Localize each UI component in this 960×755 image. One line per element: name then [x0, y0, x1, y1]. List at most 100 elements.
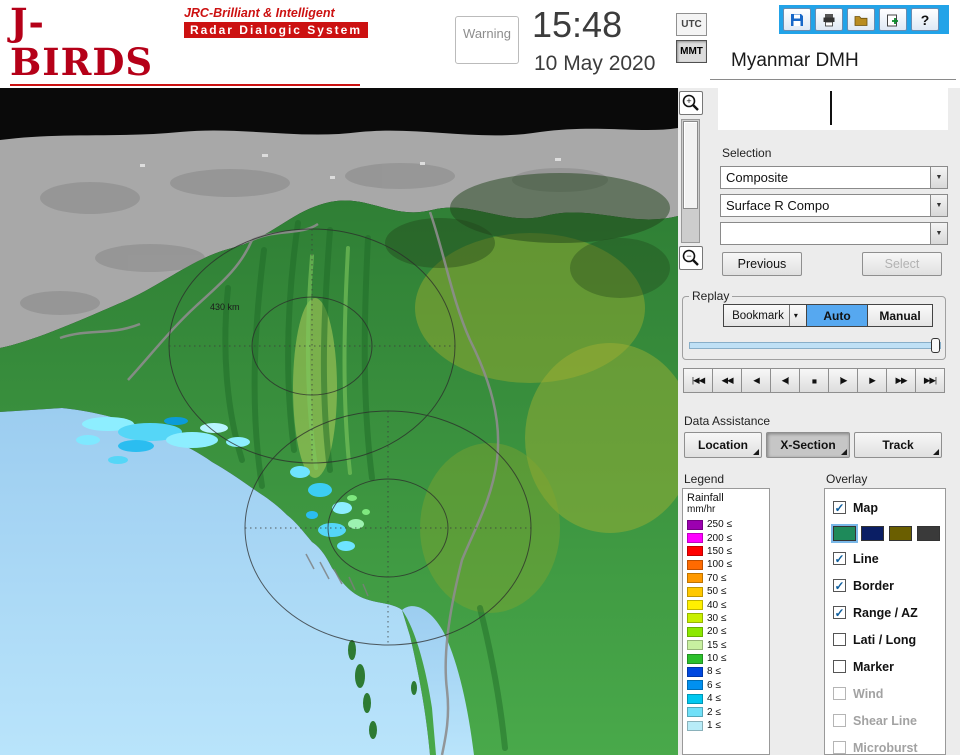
- checkbox[interactable]: [833, 660, 846, 673]
- checkbox[interactable]: ✓: [833, 552, 846, 566]
- checkbox[interactable]: [833, 633, 846, 646]
- overlay-item-label: Line: [853, 551, 879, 566]
- bookmark-button[interactable]: Bookmark ▾: [723, 304, 807, 327]
- timezone-mmt-button[interactable]: MMT: [676, 40, 707, 63]
- playback-button-3[interactable]: ◀: [741, 368, 771, 393]
- legend-value: 30 ≤: [707, 612, 727, 624]
- replay-mode-buttons: Bookmark ▾ Auto Manual: [723, 304, 933, 327]
- data-assistance-location[interactable]: Location: [684, 432, 762, 458]
- toolbar: ?: [779, 5, 949, 34]
- playback-button-7[interactable]: ▶: [857, 368, 887, 393]
- composite-dropdown[interactable]: Composite ▼: [720, 166, 948, 189]
- clock-time: 15:48: [532, 4, 623, 45]
- legend-entry: 10 ≤: [687, 652, 769, 665]
- legend-value: 250 ≤: [707, 519, 732, 531]
- checkbox: [833, 741, 846, 754]
- zoom-scrollbar[interactable]: [681, 119, 700, 243]
- data-assistance-label: Data Assistance: [684, 414, 771, 428]
- playback-button-9[interactable]: ▶▶|: [915, 368, 945, 393]
- open-folder-button[interactable]: [847, 8, 875, 31]
- overlay-item-marker[interactable]: Marker: [833, 656, 945, 677]
- legend-panel: Rainfall mm/hr 250 ≤200 ≤150 ≤ 100 ≤70 ≤ 5…: [682, 488, 770, 755]
- zoom-out-button[interactable]: −: [679, 246, 703, 270]
- legend-value: 20 ≤: [707, 626, 727, 638]
- overlay-item-microburst[interactable]: Microburst: [833, 737, 945, 754]
- overlay-item-range-az[interactable]: ✓ Range / AZ: [833, 602, 945, 623]
- radar-map[interactable]: 430 km: [0, 88, 678, 755]
- overlay-item-lati-long[interactable]: Lati / Long: [833, 629, 945, 650]
- checkbox[interactable]: ✓: [833, 606, 846, 620]
- legend-color-swatch: [687, 626, 703, 637]
- overlay-panel: ✓ Map ✓ Line ✓ Border ✓ Range / AZ Lati / Long Ma…: [824, 488, 946, 755]
- warning-label: Warning: [463, 26, 511, 41]
- data-assistance-x-section[interactable]: X-Section: [766, 432, 850, 458]
- save-button[interactable]: [783, 8, 811, 31]
- resize-grip-icon: [841, 449, 847, 455]
- checkbox[interactable]: ✓: [833, 579, 846, 593]
- playback-button-6[interactable]: |▶: [828, 368, 858, 393]
- chevron-down-icon[interactable]: ▼: [930, 223, 947, 244]
- overlay-item-map[interactable]: ✓ Map: [833, 497, 945, 518]
- resize-grip-icon: [753, 449, 759, 455]
- warning-button[interactable]: Warning: [455, 16, 519, 64]
- overlay-item-shear-line[interactable]: Shear Line: [833, 710, 945, 731]
- playback-button-8[interactable]: ▶▶: [886, 368, 916, 393]
- legend-value: 200 ≤: [707, 532, 732, 544]
- previous-button[interactable]: Previous: [722, 252, 802, 276]
- logo-tagline-top: JRC-Brilliant & Intelligent: [183, 6, 335, 20]
- clock-date: 10 May 2020: [534, 52, 656, 75]
- legend-entry: 2 ≤: [687, 705, 769, 718]
- map-style-swatch-4[interactable]: [917, 525, 940, 541]
- dropdown-value: Composite: [726, 170, 789, 185]
- product-dropdown[interactable]: Surface R Compo ▼: [720, 194, 948, 217]
- checkbox[interactable]: ✓: [833, 501, 846, 515]
- folder-icon: [854, 15, 868, 26]
- data-assistance-buttons: Location X-Section Track: [684, 432, 942, 458]
- replay-slider-thumb[interactable]: [931, 338, 940, 353]
- playback-button-1[interactable]: |◀◀: [683, 368, 713, 393]
- legend-value: 10 ≤: [707, 653, 727, 665]
- map-style-swatch-3[interactable]: [889, 525, 912, 541]
- playback-button-4[interactable]: ◀|: [770, 368, 800, 393]
- command-input[interactable]: [718, 88, 948, 130]
- dropdown-value: [721, 223, 930, 244]
- export-button[interactable]: [879, 8, 907, 31]
- logo-divider: [10, 84, 360, 86]
- legend-entry: 30 ≤: [687, 612, 769, 625]
- overlay-items: ✓ Map ✓ Line ✓ Border ✓ Range / AZ Lati / Long Ma…: [831, 497, 945, 754]
- overlay-item-label: Range / AZ: [853, 605, 918, 620]
- manual-button[interactable]: Manual: [867, 304, 933, 327]
- button-label: Track: [882, 438, 914, 452]
- overlay-item-line[interactable]: ✓ Line: [833, 548, 945, 569]
- select-button[interactable]: Select: [862, 252, 942, 276]
- chevron-down-icon[interactable]: ▼: [930, 195, 947, 216]
- checkbox: [833, 687, 846, 700]
- overlay-item-label: Map: [853, 500, 878, 515]
- legend-color-swatch: [687, 573, 703, 584]
- checkbox: [833, 714, 846, 727]
- data-assistance-track[interactable]: Track: [854, 432, 942, 458]
- overlay-item-border[interactable]: ✓ Border: [833, 575, 945, 596]
- playback-button-5[interactable]: ■: [799, 368, 829, 393]
- overlay-item-wind[interactable]: Wind: [833, 683, 945, 704]
- print-button[interactable]: [815, 8, 843, 31]
- help-button[interactable]: ?: [911, 8, 939, 31]
- legend-value: 2 ≤: [707, 706, 721, 718]
- playback-button-2[interactable]: ◀◀: [712, 368, 742, 393]
- map-style-swatch-2[interactable]: [861, 525, 884, 541]
- timezone-utc-button[interactable]: UTC: [676, 13, 707, 36]
- magnifier-minus-icon: −: [682, 249, 699, 266]
- chevron-down-icon[interactable]: ▼: [930, 167, 947, 188]
- header: J-BIRDS JRC-Brilliant & Intelligent Rada…: [0, 0, 960, 125]
- legend-value: 100 ≤: [707, 559, 732, 571]
- legend-color-swatch: [687, 680, 703, 691]
- legend-color-swatch: [687, 546, 703, 557]
- dropdown-value: Surface R Compo: [726, 198, 830, 213]
- option-dropdown[interactable]: ▼: [720, 222, 948, 245]
- zoom-in-button[interactable]: +: [679, 91, 703, 115]
- auto-button[interactable]: Auto: [806, 304, 868, 327]
- map-style-swatch-1[interactable]: [831, 523, 858, 543]
- zoom-scrollbar-thumb[interactable]: [683, 121, 698, 209]
- replay-slider[interactable]: [689, 337, 941, 353]
- control-panel: + − Selection Composite ▼ Surface R Comp…: [678, 88, 960, 755]
